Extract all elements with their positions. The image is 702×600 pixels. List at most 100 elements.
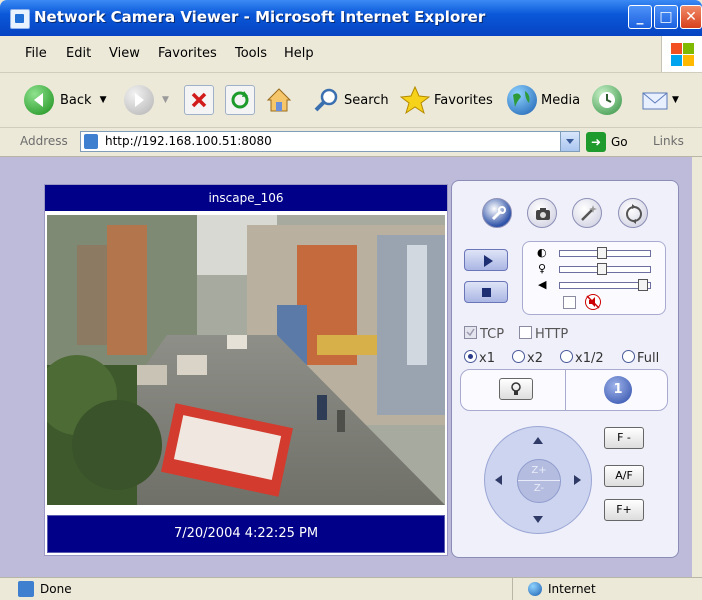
menu-edit[interactable]: Edit [66,46,91,61]
address-dropdown-icon[interactable] [560,132,579,151]
zoom-half-radio[interactable] [560,350,573,363]
forward-arrow-icon [124,85,154,115]
http-option[interactable]: HTTP [519,326,568,342]
auto-focus-button[interactable]: A/F [604,465,644,487]
light-button[interactable] [499,378,533,400]
page-icon [84,134,98,149]
brightness-slider[interactable] [559,263,651,275]
zoom-x2-radio[interactable] [512,350,525,363]
address-field[interactable]: http://192.168.100.51:8080 [80,131,580,152]
history-button[interactable] [592,83,622,117]
brightness-slider-thumb[interactable] [597,263,607,275]
title-bar: Network Camera Viewer - Microsoft Intern… [0,0,702,36]
home-icon [264,85,294,115]
zoom-full-radio[interactable] [622,350,635,363]
mail-button[interactable]: ▼ [640,83,679,117]
back-label: Back [60,92,92,108]
history-icon [592,85,622,115]
zoom-full-label: Full [637,351,660,366]
tcp-checkbox[interactable] [464,326,477,339]
stop-video-button[interactable] [464,281,508,303]
ptz-dial: Z+ Z- [484,426,592,534]
pan-left-arrow-icon[interactable] [495,475,502,485]
media-label: Media [541,92,581,108]
street-scene-image [47,215,445,505]
http-label: HTTP [535,327,569,342]
volume-slider[interactable] [559,279,651,291]
home-button[interactable] [264,83,294,117]
camera-timestamp: 7/20/2004 4:22:25 PM [47,515,445,553]
pan-down-arrow-icon[interactable] [533,516,543,523]
contrast-icon: ◐ [537,246,547,259]
camera-name: inscape_106 [45,185,447,211]
address-bar: Address http://192.168.100.51:8080 ➜ Go … [0,128,702,157]
focus-minus-button[interactable]: F - [604,427,644,449]
stop-icon [184,85,214,115]
preset-divider [565,370,566,410]
contrast-slider-thumb[interactable] [597,247,607,259]
lightbulb-icon [511,382,521,395]
mail-dropdown-icon[interactable]: ▼ [672,95,679,105]
ie-window: Network Camera Viewer - Microsoft Intern… [0,0,702,600]
maximize-button[interactable]: □ [654,5,678,29]
preset-number-button[interactable]: 1 [604,376,632,404]
camera-video-feed [47,215,445,505]
menu-favorites[interactable]: Favorites [158,46,217,61]
links-label[interactable]: Links [653,134,684,148]
status-text: Done [40,582,72,596]
http-checkbox[interactable] [519,326,532,339]
standard-toolbar: Back ▼ ▼ Search Favorites Media ▼ [0,73,702,128]
go-label: Go [611,135,628,149]
menu-view[interactable]: View [109,46,140,61]
go-arrow-icon: ➜ [586,132,606,152]
star-icon [400,85,430,115]
zoom-x1-option[interactable]: x1 [464,350,495,366]
contrast-slider[interactable] [559,247,651,259]
mail-icon [640,85,670,115]
minimize-button[interactable]: _ [628,5,652,29]
zoom-half-option[interactable]: x1/2 [560,350,604,366]
snapshot-camera-icon[interactable] [527,198,557,228]
tcp-option[interactable]: TCP [464,326,504,342]
volume-slider-thumb[interactable] [638,279,648,291]
zoom-center: Z+ Z- [517,459,561,503]
menu-help[interactable]: Help [284,46,314,61]
focus-plus-button[interactable]: F+ [604,499,644,521]
address-label: Address [20,134,68,148]
back-button[interactable]: Back ▼ [24,83,106,117]
forward-button[interactable]: ▼ [124,83,169,117]
internet-globe-icon [528,582,542,596]
audio-checkbox[interactable] [563,296,576,309]
menu-file[interactable]: File [25,46,47,61]
zoom-full-option[interactable]: Full [622,350,659,366]
magic-wand-icon[interactable] [572,198,602,228]
zoom-out-button[interactable]: Z- [518,483,560,494]
play-button[interactable] [464,249,508,271]
close-button[interactable]: ✕ [680,5,702,29]
refresh-button[interactable] [225,83,255,117]
media-button[interactable]: Media [507,83,580,117]
pan-right-arrow-icon[interactable] [574,475,581,485]
settings-wrench-icon[interactable] [482,198,512,228]
zoom-x2-option[interactable]: x2 [512,350,543,366]
menu-tools[interactable]: Tools [235,46,267,61]
go-button[interactable]: ➜ Go [586,132,628,152]
menu-bar: File Edit View Favorites Tools Help [0,36,702,73]
stop-button[interactable] [184,83,214,117]
back-dropdown-icon[interactable]: ▼ [100,95,107,105]
zoom-half-label: x1/2 [575,351,604,366]
pan-up-arrow-icon[interactable] [533,437,543,444]
forward-dropdown-icon[interactable]: ▼ [162,95,169,105]
zoom-divider [518,480,560,481]
address-url[interactable]: http://192.168.100.51:8080 [105,134,272,148]
back-arrow-icon [24,85,54,115]
search-button[interactable]: Search [312,83,389,117]
zoom-in-button[interactable]: Z+ [518,465,560,476]
status-bar: Done Internet [0,577,702,600]
zoom-x1-radio[interactable] [464,350,477,363]
rotate-icon[interactable] [618,198,648,228]
search-label: Search [344,92,389,108]
favorites-button[interactable]: Favorites [400,83,493,117]
tcp-label: TCP [480,327,505,342]
mute-icon[interactable] [585,294,601,310]
